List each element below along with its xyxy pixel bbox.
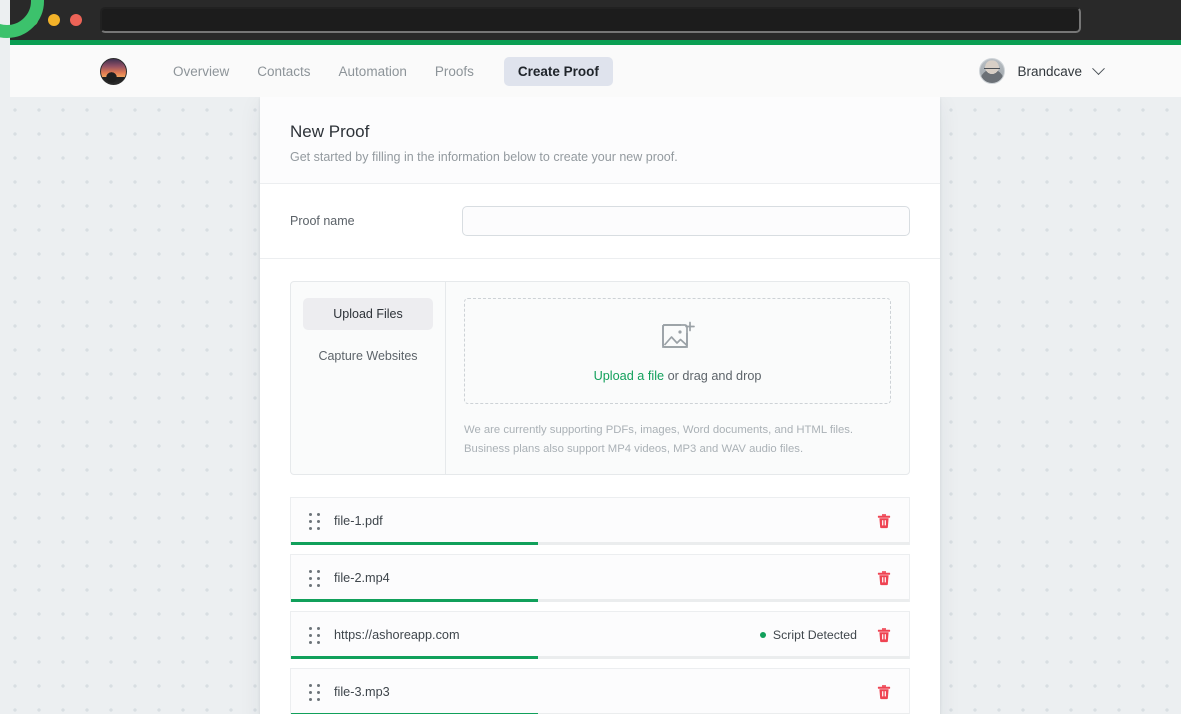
tab-upload-files[interactable]: Upload Files	[303, 298, 433, 330]
file-name-label: https://ashoreapp.com	[334, 628, 460, 643]
user-avatar-icon	[979, 58, 1006, 84]
drag-handle-icon[interactable]	[309, 569, 320, 587]
card-header: New Proof Get started by filling in the …	[260, 97, 940, 184]
image-add-icon	[661, 320, 695, 357]
tab-capture-websites[interactable]: Capture Websites	[303, 340, 433, 372]
upload-pane: Upload a file or drag and drop We are cu…	[446, 282, 909, 474]
nav-items: Overview Contacts Automation Proofs Crea…	[159, 56, 613, 86]
browser-chrome	[10, 0, 1181, 40]
nav-item-overview[interactable]: Overview	[159, 57, 243, 86]
page-subtitle: Get started by filling in the informatio…	[290, 150, 678, 164]
proof-name-row: Proof name	[260, 184, 940, 259]
file-name-label: file-1.pdf	[334, 514, 383, 529]
file-name-label: file-2.mp4	[334, 571, 390, 586]
app-content-area: New Proof Get started by filling in the …	[10, 97, 1181, 714]
status-badge: Script Detected	[759, 628, 857, 643]
file-row[interactable]: https://ashoreapp.com Script Detected	[290, 610, 910, 659]
dropzone-rest-text: or drag and drop	[664, 368, 762, 383]
uploaded-file-list: file-1.pdf file-2.mp4 https://ashoreapp.co…	[290, 496, 910, 714]
drag-handle-icon[interactable]	[309, 683, 320, 701]
file-row[interactable]: file-1.pdf	[290, 496, 910, 545]
address-bar-input[interactable]	[100, 7, 1081, 33]
window-minimize-icon[interactable]	[48, 14, 60, 26]
upload-tabs: Upload Files Capture Websites	[291, 282, 446, 474]
dropzone-text: Upload a file or drag and drop	[594, 369, 762, 383]
page-title: New Proof	[290, 122, 370, 141]
trash-icon[interactable]	[873, 624, 895, 646]
status-label: Script Detected	[772, 628, 857, 643]
upload-support-hint: We are currently supporting PDFs, images…	[464, 424, 854, 456]
nav-item-contacts[interactable]: Contacts	[243, 57, 324, 86]
upload-block: Upload Files Capture Websites Upload a f…	[290, 281, 910, 475]
nav-item-automation[interactable]: Automation	[325, 57, 421, 86]
browser-window: Overview Contacts Automation Proofs Crea…	[10, 0, 1181, 714]
file-dropzone[interactable]: Upload a file or drag and drop	[464, 298, 891, 404]
brand-logo-icon[interactable]	[100, 57, 127, 85]
file-name-label: file-3.mp3	[334, 685, 390, 700]
trash-icon[interactable]	[873, 510, 895, 532]
nav-item-proofs[interactable]: Proofs	[421, 57, 488, 86]
file-row[interactable]: file-2.mp4	[290, 553, 910, 602]
user-name-label: Brandcave	[1017, 63, 1082, 79]
window-close-icon[interactable]	[70, 14, 82, 26]
app-navbar: Overview Contacts Automation Proofs Crea…	[10, 45, 1181, 97]
upload-progress-bar	[291, 599, 539, 602]
trash-icon[interactable]	[873, 681, 895, 703]
status-dot-icon	[759, 632, 766, 639]
trash-icon[interactable]	[873, 567, 895, 589]
proof-name-label: Proof name	[290, 214, 355, 228]
proof-name-input[interactable]	[462, 206, 910, 236]
file-row[interactable]: file-3.mp3	[290, 667, 910, 714]
nav-item-create-proof[interactable]: Create Proof	[503, 56, 613, 86]
upload-progress-bar	[291, 542, 539, 545]
drag-handle-icon[interactable]	[309, 512, 320, 530]
user-menu[interactable]: Brandcave	[979, 58, 1105, 84]
new-proof-card: New Proof Get started by filling in the …	[260, 97, 940, 714]
chevron-down-icon[interactable]	[1092, 61, 1105, 75]
upload-a-file-link[interactable]: Upload a file	[594, 369, 665, 383]
upload-progress-bar	[291, 656, 539, 659]
drag-handle-icon[interactable]	[309, 626, 320, 644]
